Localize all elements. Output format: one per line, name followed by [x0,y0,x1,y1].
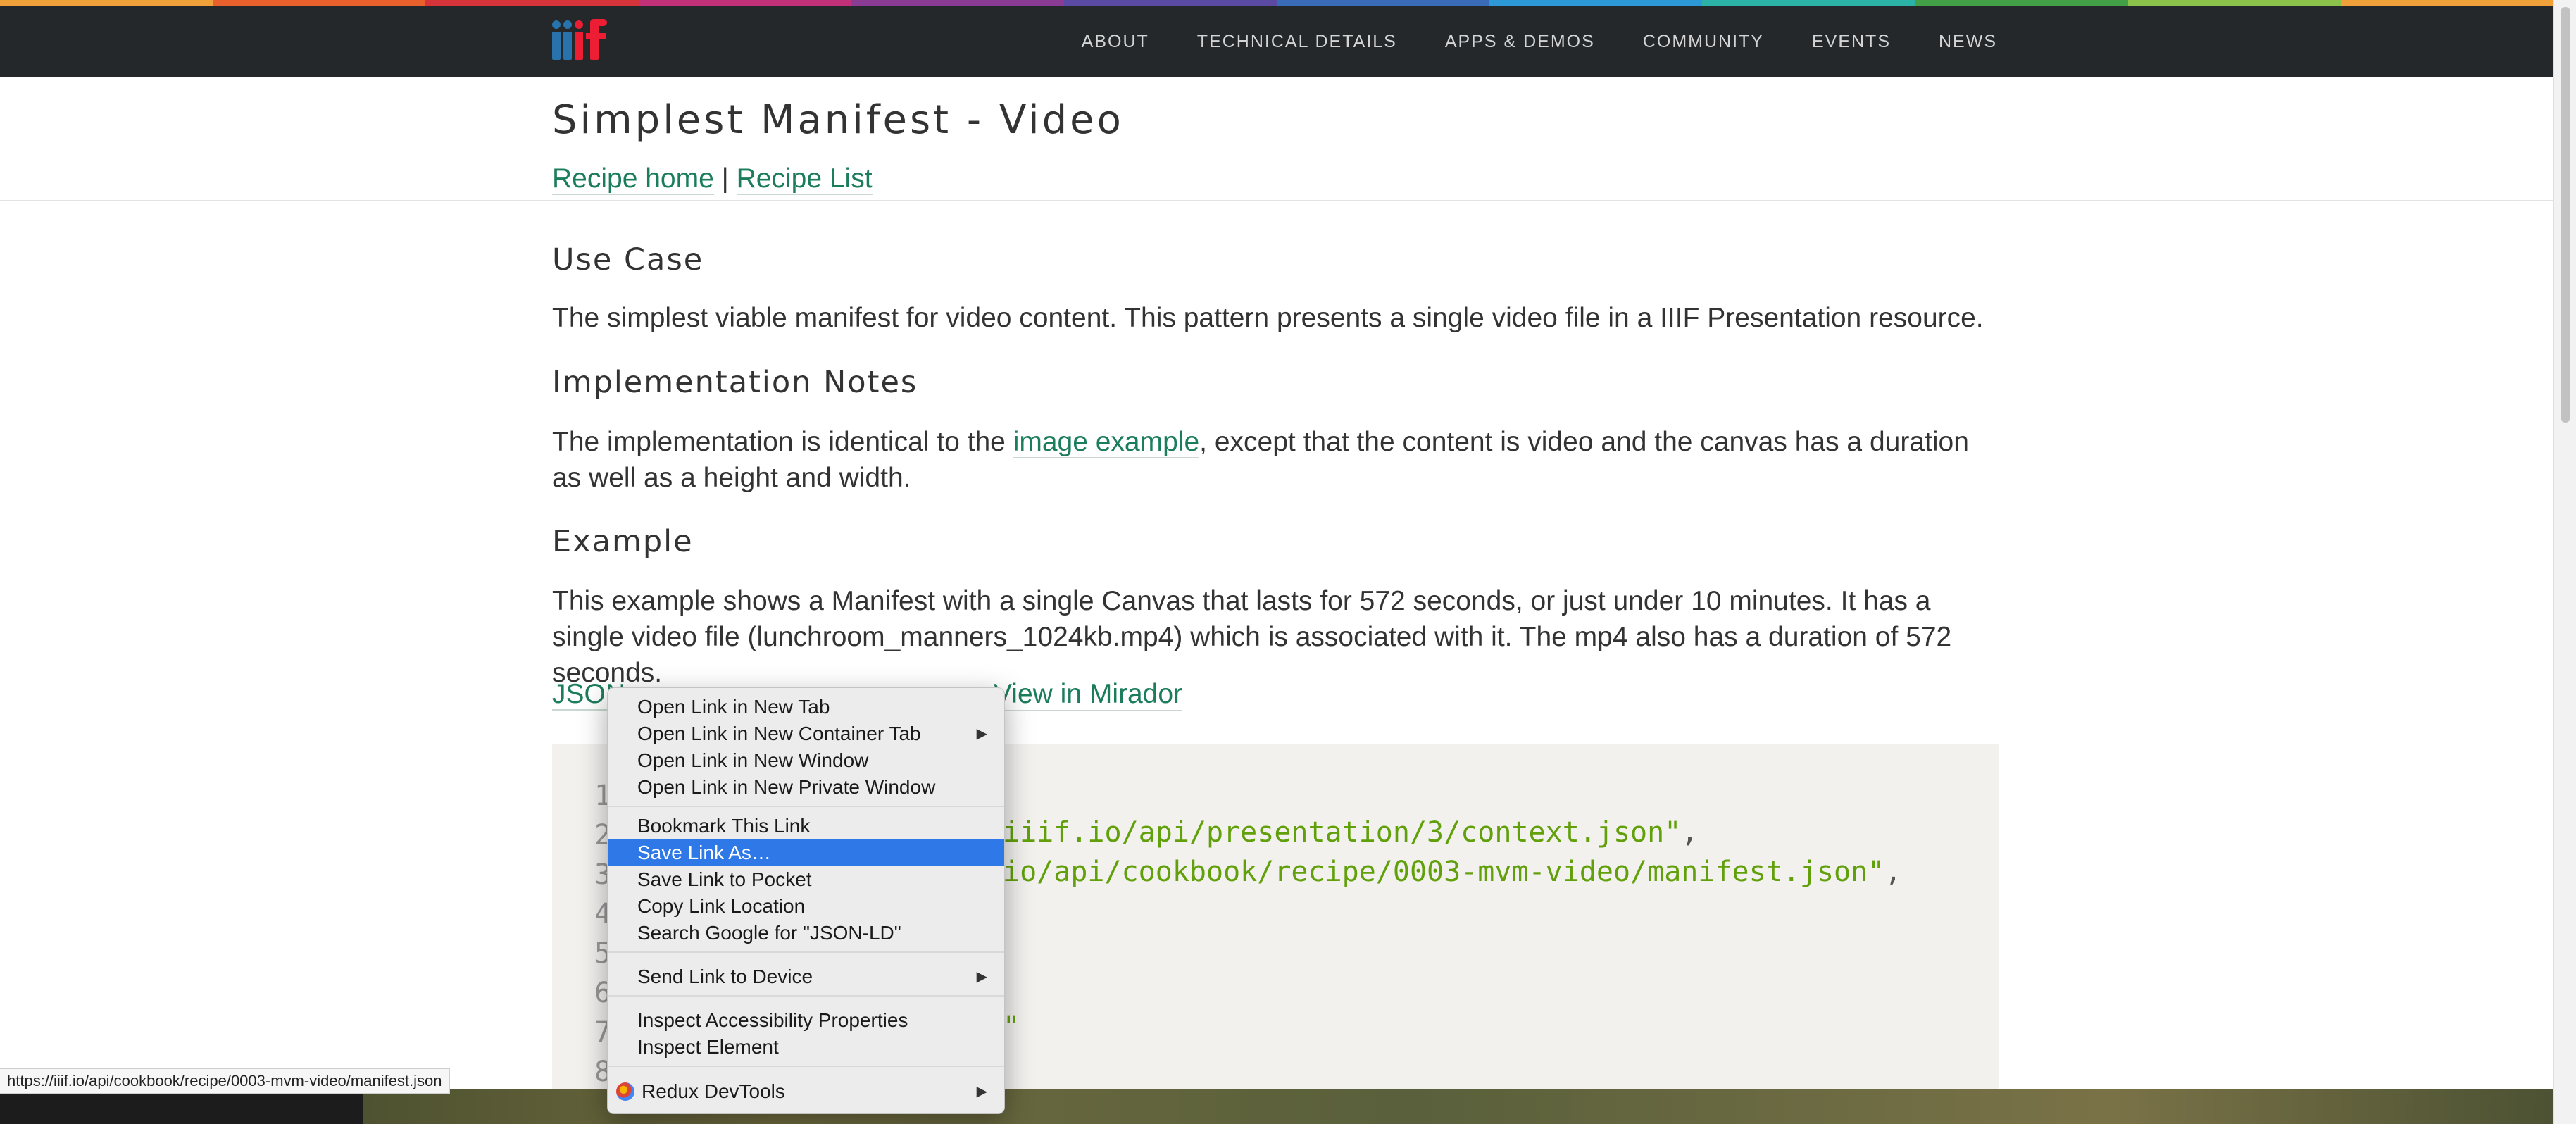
recipe-nav-separator: | [721,163,729,194]
nav-community[interactable]: COMMUNITY [1643,32,1764,52]
rainbow-segment [1915,0,2128,6]
logo-i-bar [575,20,583,60]
code-line-context: iiif.io/api/presentation/3/context.json"… [1003,816,1698,849]
heading-example: Example [552,524,694,559]
menu-item-label: Copy Link Location [637,895,806,917]
menu-open-new-tab[interactable]: Open Link in New Tab [608,694,1004,720]
main-nav: ABOUT TECHNICAL DETAILS APPS & DEMOS COM… [1082,6,1997,77]
image-example-link[interactable]: image example [1013,427,1200,458]
divider [0,200,2553,201]
recipe-list-link[interactable]: Recipe List [736,163,873,195]
menu-separator [608,1066,1004,1067]
iiif-logo[interactable] [552,16,607,60]
heading-use-case: Use Case [552,242,704,277]
menu-inspect-element[interactable]: Inspect Element [608,1034,1004,1061]
code-string: io/api/cookbook/recipe/0003-mvm-video/ma… [1003,856,1885,888]
nav-about[interactable]: ABOUT [1082,32,1149,52]
menu-item-label: Open Link in New Tab [637,696,830,718]
top-navbar: ABOUT TECHNICAL DETAILS APPS & DEMOS COM… [0,6,2553,77]
menu-separator [608,806,1004,807]
menu-redux-devtools[interactable]: Redux DevTools ▶ [608,1078,1004,1105]
nav-events[interactable]: EVENTS [1812,32,1891,52]
code-line-id: io/api/cookbook/recipe/0003-mvm-video/ma… [1003,856,1901,888]
nav-apps-demos[interactable]: APPS & DEMOS [1445,32,1595,52]
menu-inspect-accessibility[interactable]: Inspect Accessibility Properties [608,1007,1004,1034]
context-menu: Open Link in New Tab Open Link in New Co… [607,687,1005,1114]
page-title: Simplest Manifest - Video [552,97,1124,143]
submenu-arrow-icon: ▶ [976,726,987,742]
implementation-text-before: The implementation is identical to the [552,427,1013,457]
rainbow-segment [638,0,851,6]
implementation-text: The implementation is identical to the i… [552,424,2003,496]
menu-save-link-as[interactable]: Save Link As… [608,839,1004,866]
heading-implementation-notes: Implementation Notes [552,365,918,400]
rainbow-segment [1489,0,1703,6]
submenu-arrow-icon: ▶ [976,1084,987,1099]
nav-news[interactable]: NEWS [1939,32,1997,52]
redux-devtools-icon [616,1082,634,1101]
mirador-link[interactable]: View in Mirador [994,679,1183,711]
menu-separator [608,951,1004,953]
footer-image-strip [0,1089,2553,1124]
menu-open-container-tab[interactable]: Open Link in New Container Tab ▶ [608,720,1004,747]
rainbow-segment [1063,0,1277,6]
example-text: This example shows a Manifest with a sin… [552,586,1952,688]
menu-item-label: Inspect Accessibility Properties [637,1009,908,1031]
menu-item-label: Bookmark This Link [637,815,811,837]
logo-i-bar [563,20,572,60]
menu-item-label: Open Link in New Container Tab [637,723,921,744]
menu-item-label: Send Link to Device [637,966,813,987]
recipe-home-link[interactable]: Recipe home [552,163,714,195]
code-punct: , [1681,816,1699,849]
nav-technical-details[interactable]: TECHNICAL DETAILS [1197,32,1397,52]
menu-item-label: Redux DevTools [642,1080,785,1102]
rainbow-segment [213,0,426,6]
rainbow-segment [851,0,1064,6]
scrollbar-thumb[interactable] [2561,7,2570,423]
logo-f [586,16,607,60]
logo-i-bar [552,20,561,60]
menu-item-label: Save Link to Pocket [637,868,812,890]
page-scrollbar[interactable] [2553,0,2576,1124]
rainbow-segment [2340,0,2554,6]
rainbow-segment [0,0,213,6]
menu-item-label: Search Google for "JSON-LD" [637,922,901,944]
code-punct: , [1884,856,1902,888]
menu-search-google[interactable]: Search Google for "JSON-LD" [608,920,1004,947]
use-case-text: The simplest viable manifest for video c… [552,303,1984,333]
menu-send-link-to-device[interactable]: Send Link to Device ▶ [608,963,1004,990]
menu-bookmark-link[interactable]: Bookmark This Link [608,813,1004,839]
status-bar-url: https://iiif.io/api/cookbook/recipe/0003… [0,1068,450,1094]
menu-item-label: Inspect Element [637,1036,779,1058]
rainbow-segment [1277,0,1490,6]
code-string: " [1003,1011,1020,1043]
menu-copy-link-location[interactable]: Copy Link Location [608,893,1004,920]
rainbow-segment [425,0,639,6]
code-string: iiif.io/api/presentation/3/context.json" [1003,816,1682,849]
rainbow-segment [2127,0,2341,6]
menu-open-new-window[interactable]: Open Link in New Window [608,747,1004,774]
menu-item-label: Open Link in New Window [637,749,869,771]
menu-open-private-window[interactable]: Open Link in New Private Window [608,774,1004,801]
rainbow-stripe [0,0,2554,6]
submenu-arrow-icon: ▶ [976,969,987,985]
menu-item-label: Save Link As… [637,842,771,863]
menu-save-to-pocket[interactable]: Save Link to Pocket [608,866,1004,893]
rainbow-segment [1702,0,1915,6]
code-line-fragment: " [1003,1011,1020,1043]
menu-item-label: Open Link in New Private Window [637,776,936,798]
menu-separator [608,995,1004,997]
recipe-nav: Recipe home | Recipe List [552,163,873,195]
